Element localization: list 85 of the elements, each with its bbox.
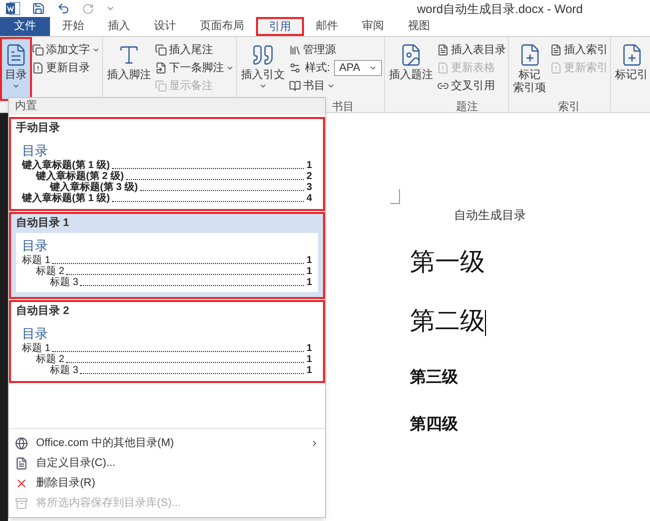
- ribbon-button[interactable]: 下一条脚注: [155, 59, 234, 77]
- toc-entry: 标题 3: [50, 365, 78, 376]
- page-number: 1: [306, 277, 312, 288]
- quote-icon: [251, 43, 275, 67]
- document-title: 自动生成目录: [453, 207, 527, 224]
- menu-item[interactable]: 删除目录(R): [9, 473, 325, 493]
- page-number: 4: [306, 193, 312, 204]
- page-alert-icon: [32, 62, 44, 74]
- page-number: 1: [306, 160, 312, 171]
- caret-icon: [226, 64, 234, 72]
- ribbon-tab[interactable]: 插入: [96, 17, 142, 36]
- caret-icon: [92, 46, 100, 54]
- toc-entry: 标题 2: [36, 266, 64, 277]
- globe-icon: [15, 436, 28, 450]
- ribbon-button[interactable]: 插入尾注: [155, 41, 234, 59]
- document-heading: 第二级: [410, 307, 485, 337]
- ribbon-tab[interactable]: 引用: [256, 17, 304, 36]
- large-ribbon-button[interactable]: 标记 索引项: [511, 39, 548, 99]
- toc-gallery-item[interactable]: 自动目录 1 目录 标题 1 1 标题 2 1 标题 3 1: [10, 213, 324, 298]
- ribbon-tab[interactable]: 页面布局: [188, 17, 256, 36]
- book-icon: [289, 80, 301, 92]
- menu-item[interactable]: Office.com 中的其他目录(M): [9, 433, 325, 453]
- toc-entry: 键入章标题(第 1 级): [22, 160, 110, 171]
- ribbon-tab[interactable]: 视图: [396, 17, 442, 36]
- document-heading: 第四级: [410, 414, 458, 435]
- page-number: 1: [306, 354, 312, 365]
- ribbon-button[interactable]: 插入表目录: [437, 41, 506, 59]
- toc-entry: 标题 1: [22, 255, 50, 266]
- page-number: 1: [306, 255, 312, 266]
- archive-icon: [15, 496, 28, 510]
- caret-icon: [259, 82, 267, 90]
- page-number: 1: [306, 343, 312, 354]
- caret-icon: [369, 64, 378, 72]
- delete-icon: [15, 476, 28, 490]
- link-icon: [437, 80, 450, 92]
- page-number: 2: [306, 171, 312, 182]
- next-page-icon: [155, 62, 167, 74]
- group-label: 书目: [332, 100, 354, 114]
- toc-entry: 标题 1: [22, 343, 50, 354]
- toc-entry: 标题 3: [50, 277, 78, 288]
- preview-heading: 目录: [22, 237, 49, 254]
- pages-icon: [155, 44, 167, 56]
- document-heading: 第一级: [410, 248, 485, 278]
- toc-entry: 标题 2: [36, 354, 64, 365]
- large-ribbon-button[interactable]: 插入引文: [239, 39, 287, 99]
- ribbon-button[interactable]: 书目: [289, 77, 382, 95]
- ribbon-tab[interactable]: 审阅: [350, 17, 396, 36]
- large-ribbon-button[interactable]: 目录: [2, 39, 30, 99]
- ribbon-tab[interactable]: 设计: [142, 17, 188, 36]
- toc-entry: 键入章标题(第 1 级): [22, 193, 110, 204]
- preview-heading: 目录: [22, 142, 49, 159]
- toc-entry: 键入章标题(第 2 级): [36, 171, 124, 182]
- undo-icon[interactable]: [57, 2, 70, 15]
- document-heading: 第三级: [410, 368, 458, 388]
- group-label: 索引: [558, 100, 580, 114]
- menu-item[interactable]: 自定义目录(C)...: [9, 453, 325, 473]
- ribbon-button[interactable]: 管理源: [289, 41, 382, 59]
- ribbon-tab[interactable]: 开始: [50, 17, 96, 36]
- ribbon-button[interactable]: 添加文字: [32, 41, 100, 59]
- style-icon: [289, 62, 301, 74]
- save-icon[interactable]: [32, 2, 45, 15]
- section-header: 内置: [9, 98, 325, 115]
- caret-icon: [12, 82, 20, 90]
- ribbon-button[interactable]: 更新目录: [32, 59, 100, 77]
- library-icon: [289, 44, 301, 56]
- caret-icon: [327, 82, 335, 90]
- page-number: 3: [306, 182, 312, 193]
- page-alert-icon: [550, 62, 562, 74]
- large-ribbon-button[interactable]: 标记引: [613, 39, 650, 99]
- page-number: 1: [306, 266, 312, 277]
- toc-entry: 键入章标题(第 3 级): [50, 182, 138, 193]
- style-select[interactable]: APA: [334, 60, 382, 76]
- preview-heading: 目录: [22, 325, 49, 342]
- style-label: 样式:: [305, 60, 330, 76]
- customize-caret-icon[interactable]: [106, 4, 115, 13]
- page-number: 1: [306, 365, 312, 376]
- ribbon-tab[interactable]: 邮件: [304, 17, 350, 36]
- large-ribbon-button[interactable]: 插入题注: [387, 39, 436, 99]
- ribbon-button[interactable]: 插入索引: [550, 41, 608, 59]
- ribbon-tab[interactable]: 文件: [0, 17, 50, 36]
- window-title: word自动生成目录.docx - Word: [417, 0, 583, 18]
- large-ribbon-button[interactable]: 插入脚注: [105, 39, 153, 99]
- group-label: 题注: [456, 100, 478, 114]
- ribbon-button[interactable]: 交叉引用: [437, 77, 506, 95]
- page-alert-icon: [437, 62, 450, 74]
